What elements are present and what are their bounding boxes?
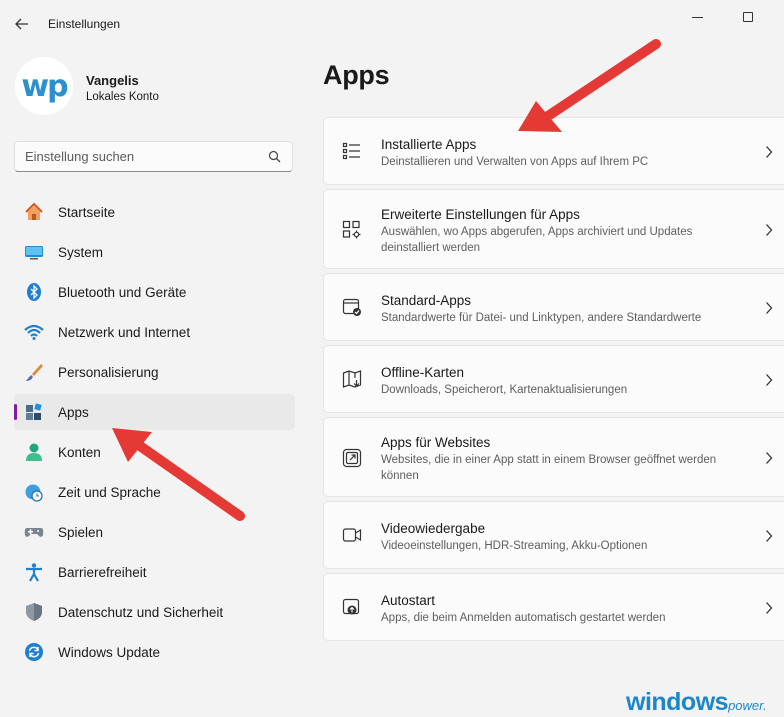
sidebar-item-spielen[interactable]: Spielen	[14, 514, 295, 550]
default-apps-icon	[342, 298, 361, 316]
chevron-right-icon	[766, 452, 773, 464]
card-title: Standard-Apps	[381, 293, 472, 308]
sidebar-item-bluetooth[interactable]: Bluetooth und Geräte	[14, 274, 295, 310]
sidebar-item-label: Netzwerk und Internet	[58, 325, 191, 340]
watermark-logo: windowspower.	[626, 688, 767, 717]
open-external-icon	[342, 448, 362, 468]
sidebar-item-startseite[interactable]: Startseite	[14, 194, 295, 230]
card-offline-maps[interactable]: Offline-Karten Downloads, Speicherort, K…	[323, 345, 784, 413]
card-autostart[interactable]: Autostart Apps, die beim Anmelden automa…	[323, 573, 784, 641]
card-desc: Standardwerte für Datei- und Linktypen, …	[381, 312, 702, 324]
avatar-logo: wp	[21, 68, 68, 104]
gamepad-icon	[24, 522, 44, 542]
sidebar-item-label: Personalisierung	[58, 365, 159, 380]
home-icon	[24, 202, 44, 222]
card-desc: Websites, die in einer App statt in eine…	[381, 454, 717, 482]
card-video-playback[interactable]: Videowiedergabe Videoeinstellungen, HDR-…	[323, 501, 784, 569]
update-icon	[24, 642, 44, 662]
card-installed-apps[interactable]: Installierte Apps Deinstallieren und Ver…	[323, 117, 784, 185]
sidebar-item-label: Konten	[58, 445, 101, 460]
sidebar-nav: Startseite System Bluetooth und Geräte N…	[14, 194, 295, 674]
map-icon	[342, 370, 362, 388]
sidebar-item-label: Zeit und Sprache	[58, 485, 161, 500]
card-apps-for-websites[interactable]: Apps für Websites Websites, die in einer…	[323, 417, 784, 497]
wifi-icon	[24, 322, 44, 342]
account-type: Lokales Konto	[86, 91, 159, 103]
card-title: Offline-Karten	[381, 365, 465, 380]
window-title: Einstellungen	[48, 17, 121, 31]
bluetooth-icon	[24, 282, 44, 302]
card-title: Installierte Apps	[381, 137, 477, 152]
watermark-suffix: power.	[728, 698, 767, 713]
person-icon	[24, 442, 44, 462]
card-title: Erweiterte Einstellungen für Apps	[381, 207, 580, 222]
chevron-right-icon	[766, 602, 773, 614]
title-bar: Einstellungen	[0, 0, 784, 48]
sidebar-item-label: Windows Update	[58, 645, 161, 660]
watermark-brand: windows	[626, 688, 729, 716]
chevron-right-icon	[766, 374, 773, 386]
chevron-right-icon	[766, 224, 773, 236]
user-name: Vangelis	[86, 73, 139, 88]
sidebar-item-label: System	[58, 245, 104, 260]
list-icon	[342, 142, 360, 160]
sidebar-item-zeit[interactable]: Zeit und Sprache	[14, 474, 295, 510]
sidebar-item-barrierefreiheit[interactable]: Barrierefreiheit	[14, 554, 295, 590]
sidebar-item-netzwerk[interactable]: Netzwerk und Internet	[14, 314, 295, 350]
sidebar-item-label: Datenschutz und Sicherheit	[58, 605, 224, 620]
accessibility-icon	[24, 562, 44, 582]
search-box[interactable]	[14, 141, 293, 172]
card-title: Apps für Websites	[381, 435, 491, 450]
card-desc: Videoeinstellungen, HDR-Streaming, Akku-…	[381, 540, 648, 552]
shield-icon	[24, 602, 44, 622]
apps-settings-icon	[342, 220, 361, 239]
sidebar-item-label: Apps	[58, 405, 89, 420]
chevron-right-icon	[766, 302, 773, 314]
startup-icon	[342, 598, 360, 615]
card-desc: Deinstallieren und Verwalten von Apps au…	[381, 156, 649, 168]
card-title: Videowiedergabe	[381, 521, 486, 536]
sidebar-item-konten[interactable]: Konten	[14, 434, 295, 470]
card-title: Autostart	[381, 593, 436, 608]
card-desc: Apps, die beim Anmelden automatisch gest…	[381, 612, 666, 624]
sidebar-item-label: Startseite	[58, 205, 116, 220]
minimize-button[interactable]	[686, 8, 710, 28]
sidebar-item-datenschutz[interactable]: Datenschutz und Sicherheit	[14, 594, 295, 630]
chevron-right-icon	[766, 146, 773, 158]
maximize-button[interactable]	[736, 8, 760, 28]
card-desc: Auswählen, wo Apps abgerufen, Apps archi…	[381, 226, 693, 254]
search-input[interactable]	[25, 149, 255, 164]
sidebar-item-personalisierung[interactable]: Personalisierung	[14, 354, 295, 390]
card-desc: Downloads, Speicherort, Kartenaktualisie…	[381, 384, 628, 396]
card-default-apps[interactable]: Standard-Apps Standardwerte für Datei- u…	[323, 273, 784, 341]
globe-clock-icon	[24, 482, 44, 502]
sidebar-item-apps[interactable]: Apps	[14, 394, 295, 430]
sidebar-item-system[interactable]: System	[14, 234, 295, 270]
back-arrow-icon[interactable]	[10, 12, 34, 36]
video-icon	[342, 528, 362, 542]
search-icon[interactable]	[268, 150, 281, 163]
sidebar-item-label: Bluetooth und Geräte	[58, 285, 187, 300]
avatar[interactable]: wp	[15, 57, 73, 115]
monitor-icon	[24, 242, 44, 262]
chevron-right-icon	[766, 530, 773, 542]
page-title: Apps	[323, 60, 390, 90]
apps-icon	[24, 402, 44, 422]
brush-icon	[24, 362, 44, 382]
sidebar-item-windows-update[interactable]: Windows Update	[14, 634, 295, 670]
card-advanced-app-settings[interactable]: Erweiterte Einstellungen für Apps Auswäh…	[323, 189, 784, 269]
sidebar-item-label: Spielen	[58, 525, 104, 540]
sidebar-item-label: Barrierefreiheit	[58, 565, 147, 580]
